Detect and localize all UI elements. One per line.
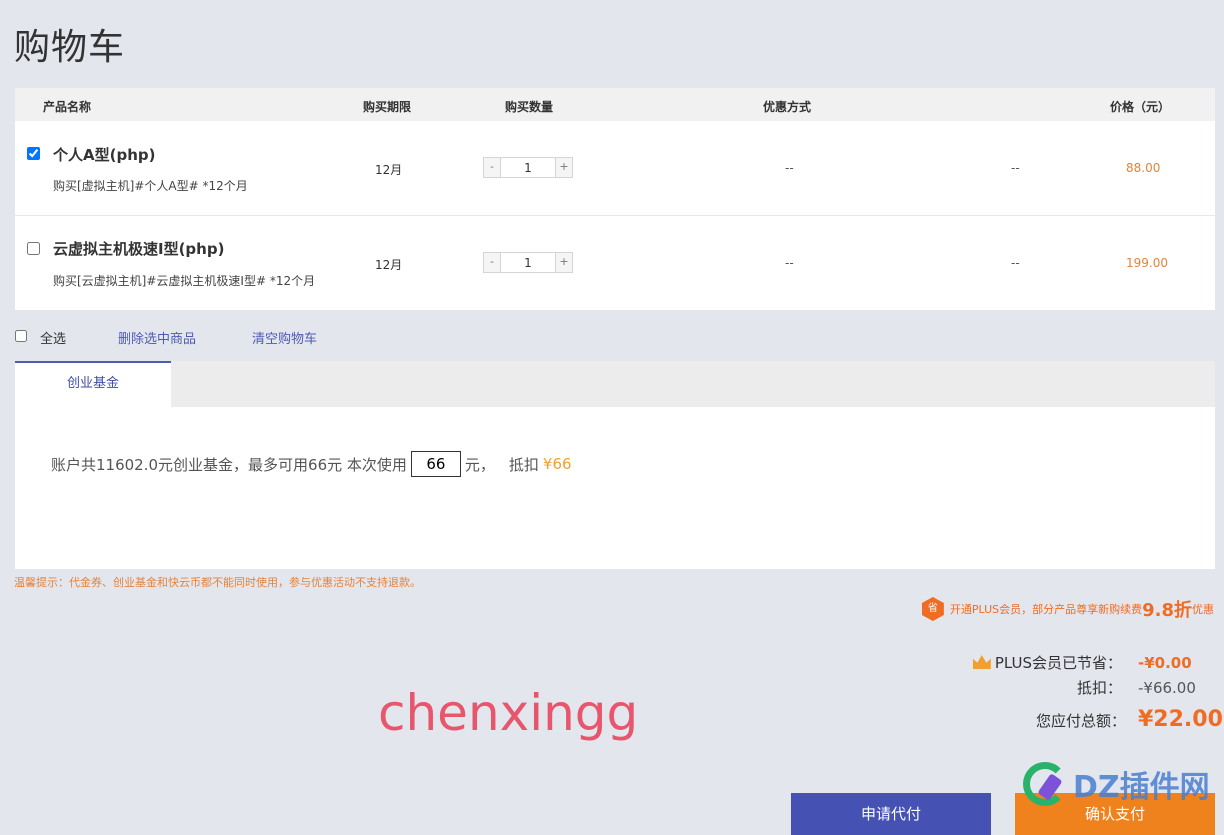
- discount-method: --: [785, 256, 794, 270]
- plus-promo-discount: 9.8折: [1142, 600, 1192, 621]
- tab-startup-fund[interactable]: 创业基金: [15, 361, 171, 407]
- apply-proxy-pay-button[interactable]: 申请代付: [791, 793, 991, 835]
- fund-deduct-amount: ¥66: [542, 455, 572, 473]
- clear-cart-link[interactable]: 清空购物车: [252, 328, 317, 347]
- save-badge-icon: 省: [921, 597, 944, 621]
- total-value: ¥22.00: [1138, 707, 1223, 732]
- fund-amount-input[interactable]: [410, 451, 461, 477]
- table-row: 个人A型(php) 购买[虚拟主机]#个人A型# *12个月 12月 - + -…: [15, 121, 1215, 216]
- total-label: 您应付总额：: [1035, 712, 1126, 730]
- product-price: 199.00: [1126, 256, 1168, 270]
- fund-tabs: 创业基金: [15, 361, 1215, 407]
- header-quantity: 购买数量: [505, 100, 554, 114]
- product-period: 12月: [375, 258, 403, 272]
- product-desc: 购买[云虚拟主机]#云虚拟主机极速I型# *12个月: [53, 274, 316, 288]
- deduct-value: -¥66.00: [1138, 679, 1196, 697]
- plus-saved-row: PLUS会员已节省： -¥0.00: [972, 652, 1198, 673]
- quantity-plus-button[interactable]: +: [555, 253, 572, 272]
- select-all-checkbox[interactable]: [15, 330, 27, 342]
- product-price: 88.00: [1126, 161, 1161, 175]
- fund-deduct-label: 抵扣: [508, 455, 539, 474]
- fund-balance-text: 账户共11602.0元创业基金，最多可用66元 本次使用: [51, 455, 407, 474]
- logo-text: DZ插件网: [1073, 770, 1210, 805]
- deduct-row: 抵扣： -¥66.00: [1077, 677, 1198, 698]
- logo-mark-icon: [1023, 762, 1067, 806]
- header-price: 价格（元）: [1110, 100, 1171, 114]
- fund-usage-line: 账户共11602.0元创业基金，最多可用66元 本次使用 元， 抵扣 ¥66: [51, 451, 572, 477]
- product-name: 云虚拟主机极速I型(php): [53, 240, 225, 258]
- fund-unit-text: 元，: [464, 455, 495, 474]
- deduct-label: 抵扣：: [1076, 679, 1122, 697]
- discount-method: --: [785, 161, 794, 175]
- product-period: 12月: [375, 163, 403, 177]
- quantity-plus-button[interactable]: +: [555, 158, 572, 177]
- plus-promo-text: 开通PLUS会员，部分产品尊享新购续费: [949, 603, 1143, 616]
- plus-promo-suffix: 优惠: [1192, 603, 1214, 616]
- discount-value: --: [1011, 256, 1020, 270]
- crown-icon: [972, 655, 991, 669]
- quantity-stepper: - +: [483, 252, 573, 273]
- row-checkbox[interactable]: [27, 242, 40, 255]
- cart-table: 产品名称 购买期限 购买数量 优惠方式 价格（元） 个人A型(php) 购买[虚…: [15, 88, 1215, 310]
- header-discount: 优惠方式: [763, 100, 812, 114]
- header-period: 购买期限: [363, 100, 412, 114]
- quantity-minus-button[interactable]: -: [484, 253, 501, 272]
- plus-saved-label: PLUS会员已节省：: [972, 652, 1122, 673]
- discount-value: --: [1011, 161, 1020, 175]
- quantity-input[interactable]: [501, 158, 555, 177]
- row-checkbox[interactable]: [27, 147, 40, 160]
- site-logo: DZ插件网: [1023, 762, 1210, 806]
- total-row: 您应付总额： ¥22.00: [1035, 707, 1223, 732]
- watermark-text: chenxingg: [378, 684, 639, 742]
- fund-panel: 创业基金 账户共11602.0元创业基金，最多可用66元 本次使用 元， 抵扣 …: [15, 361, 1215, 569]
- quantity-stepper: - +: [483, 157, 573, 178]
- header-product-name: 产品名称: [43, 100, 92, 114]
- quantity-minus-button[interactable]: -: [484, 158, 501, 177]
- plus-promo[interactable]: 省 开通PLUS会员，部分产品尊享新购续费 9.8折 优惠: [921, 596, 1214, 622]
- product-name: 个人A型(php): [53, 146, 156, 164]
- select-all-label[interactable]: 全选: [40, 328, 66, 347]
- table-header: 产品名称 购买期限 购买数量 优惠方式 价格（元）: [15, 88, 1215, 121]
- quantity-input[interactable]: [501, 253, 555, 272]
- table-row: 云虚拟主机极速I型(php) 购买[云虚拟主机]#云虚拟主机极速I型# *12个…: [15, 216, 1215, 310]
- delete-selected-link[interactable]: 删除选中商品: [118, 328, 196, 347]
- product-desc: 购买[虚拟主机]#个人A型# *12个月: [53, 179, 248, 193]
- plus-saved-value: -¥0.00: [1138, 654, 1192, 672]
- notice-tip: 温馨提示：代金券、创业基金和快云币都不能同时使用，参与优惠活动不支持退款。: [14, 576, 421, 589]
- page-title: 购物车: [14, 27, 126, 68]
